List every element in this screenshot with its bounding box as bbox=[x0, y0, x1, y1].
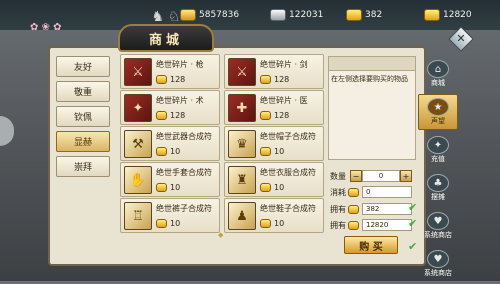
item-card[interactable]: ✋ 绝世手套合成符 10 bbox=[120, 162, 220, 197]
checkmark-icon[interactable]: ✔ bbox=[408, 217, 417, 230]
tab-system-store-2[interactable]: ♥ 系统商店 bbox=[418, 246, 458, 282]
item-grid: ⚔ 绝世碎片 · 枪 128 ⚔ 绝世碎片 · 剑 128 ✦ 绝世碎片 · 术… bbox=[118, 54, 324, 233]
item-card[interactable]: ♖ 绝世裤子合成符 10 bbox=[120, 198, 220, 233]
gold-ingot-icon bbox=[260, 183, 271, 192]
gold-ingot-icon bbox=[260, 219, 271, 228]
gold-ingot-icon bbox=[346, 9, 362, 21]
reputation-icon: ★ bbox=[427, 98, 449, 116]
close-icon: ✕ bbox=[456, 32, 466, 45]
tab-shop[interactable]: ⌂ 商城 bbox=[418, 56, 458, 92]
item-card[interactable]: ✚ 绝世碎片 · 医 128 bbox=[224, 90, 324, 125]
spell-icon: ✦ bbox=[124, 94, 152, 122]
pants-talisman-icon: ♖ bbox=[124, 202, 152, 230]
gold-ingot-icon bbox=[156, 147, 167, 156]
hat-talisman-icon: ♛ bbox=[228, 130, 256, 158]
page-title: 商城 bbox=[118, 24, 214, 52]
item-price: 128 bbox=[156, 111, 185, 120]
detail-header bbox=[329, 57, 415, 71]
item-price: 10 bbox=[260, 219, 284, 228]
category-tab-worship[interactable]: 崇拜 bbox=[56, 156, 110, 177]
plum-blossom-icon: ✿ ❀ ✿ bbox=[30, 22, 62, 33]
gold-ingot-icon bbox=[348, 204, 359, 214]
weapon-talisman-icon: ⚒ bbox=[124, 130, 152, 158]
category-tab-friendly[interactable]: 友好 bbox=[56, 56, 110, 77]
tab-stall[interactable]: ♣ 摆摊 bbox=[418, 170, 458, 206]
item-price: 128 bbox=[260, 111, 289, 120]
side-drawer-handle[interactable] bbox=[0, 116, 14, 146]
cost-row: 消耗 0 bbox=[330, 186, 412, 198]
sword-icon: ⚔ bbox=[228, 58, 256, 86]
side-tab-bar: ⌂ 商城 ★ 声望 ✦ 充值 ♣ 摆摊 ♥ 系统商店 ♥ 系统商店 bbox=[418, 56, 458, 284]
gold-ingot-bound-icon bbox=[424, 9, 440, 21]
close-button[interactable]: ✕ bbox=[448, 26, 474, 52]
currency-gold: 382 bbox=[346, 6, 382, 24]
item-price: 10 bbox=[156, 219, 180, 228]
spear-icon: ⚔ bbox=[124, 58, 152, 86]
item-price: 10 bbox=[260, 183, 284, 192]
item-card[interactable]: ⚔ 绝世碎片 · 枪 128 bbox=[120, 54, 220, 89]
item-card[interactable]: ♟ 绝世鞋子合成符 10 bbox=[224, 198, 324, 233]
item-price: 128 bbox=[260, 75, 289, 84]
system-store-icon: ♥ bbox=[427, 212, 449, 230]
silver-ingot-icon bbox=[270, 9, 286, 21]
quantity-input[interactable]: 0 bbox=[362, 170, 400, 182]
tab-reputation[interactable]: ★ 声望 bbox=[418, 94, 458, 130]
decrease-button[interactable]: − bbox=[350, 170, 362, 182]
owned-bound-value: 12820 bbox=[362, 219, 412, 231]
item-price: 10 bbox=[156, 147, 180, 156]
scroll-down-icon[interactable]: ◆ bbox=[218, 231, 223, 239]
item-detail-box: 在左侧选择要购买的物品 bbox=[328, 56, 416, 160]
category-tab-renowned[interactable]: 显赫 bbox=[56, 131, 110, 152]
gold-ingot-icon bbox=[260, 75, 271, 84]
system-store-2-icon: ♥ bbox=[427, 250, 449, 268]
category-tab-respected[interactable]: 敬重 bbox=[56, 81, 110, 102]
gold-ingot-icon bbox=[260, 147, 271, 156]
category-tab-admired[interactable]: 钦佩 bbox=[56, 106, 110, 127]
quantity-row: 数量 − 0 + bbox=[330, 170, 412, 182]
dragon-icon: ♞ bbox=[151, 9, 164, 25]
cost-value: 0 bbox=[362, 186, 412, 198]
owned-gold-row: 拥有 382 bbox=[330, 203, 412, 215]
shoes-talisman-icon: ♟ bbox=[228, 202, 256, 230]
currency-bound-gold: 12820 bbox=[424, 6, 472, 24]
item-price: 10 bbox=[156, 183, 180, 192]
checkmark-icon[interactable]: ✔ bbox=[408, 201, 417, 214]
owned-gold-value: 382 bbox=[362, 203, 412, 215]
shop-icon: ⌂ bbox=[427, 60, 449, 78]
gold-ingot-icon bbox=[348, 187, 359, 197]
tab-recharge[interactable]: ✦ 充值 bbox=[418, 132, 458, 168]
gold-ingot-bound-icon bbox=[348, 220, 359, 230]
gold-ingot-icon bbox=[156, 75, 167, 84]
increase-button[interactable]: + bbox=[400, 170, 412, 182]
gold-ingot-icon bbox=[156, 183, 167, 192]
gold-ingot-icon bbox=[156, 111, 167, 120]
checkmark-icon[interactable]: ✔ bbox=[408, 240, 417, 253]
gold-ingot-icon bbox=[156, 219, 167, 228]
stall-icon: ♣ bbox=[427, 174, 449, 192]
item-card[interactable]: ♜ 绝世衣服合成符 10 bbox=[224, 162, 324, 197]
detail-hint: 在左侧选择要购买的物品 bbox=[331, 75, 408, 83]
item-price: 10 bbox=[260, 147, 284, 156]
currency-silver: 122031 bbox=[270, 6, 323, 24]
owned-bound-row: 拥有 12820 bbox=[330, 219, 412, 231]
item-card[interactable]: ⚒ 绝世武器合成符 10 bbox=[120, 126, 220, 161]
item-price: 128 bbox=[156, 75, 185, 84]
gold-ingot-icon bbox=[260, 111, 271, 120]
tab-system-store[interactable]: ♥ 系统商店 bbox=[418, 208, 458, 244]
buy-button[interactable]: 购 买 bbox=[344, 236, 398, 254]
item-card[interactable]: ♛ 绝世帽子合成符 10 bbox=[224, 126, 324, 161]
item-card[interactable]: ✦ 绝世碎片 · 术 128 bbox=[120, 90, 220, 125]
heal-icon: ✚ bbox=[228, 94, 256, 122]
dragon-icon: ♘ bbox=[168, 9, 181, 25]
clothes-talisman-icon: ♜ bbox=[228, 166, 256, 194]
glove-talisman-icon: ✋ bbox=[124, 166, 152, 194]
item-card[interactable]: ⚔ 绝世碎片 · 剑 128 bbox=[224, 54, 324, 89]
recharge-icon: ✦ bbox=[427, 136, 449, 154]
category-list: 友好 敬重 钦佩 显赫 崇拜 bbox=[56, 56, 112, 181]
